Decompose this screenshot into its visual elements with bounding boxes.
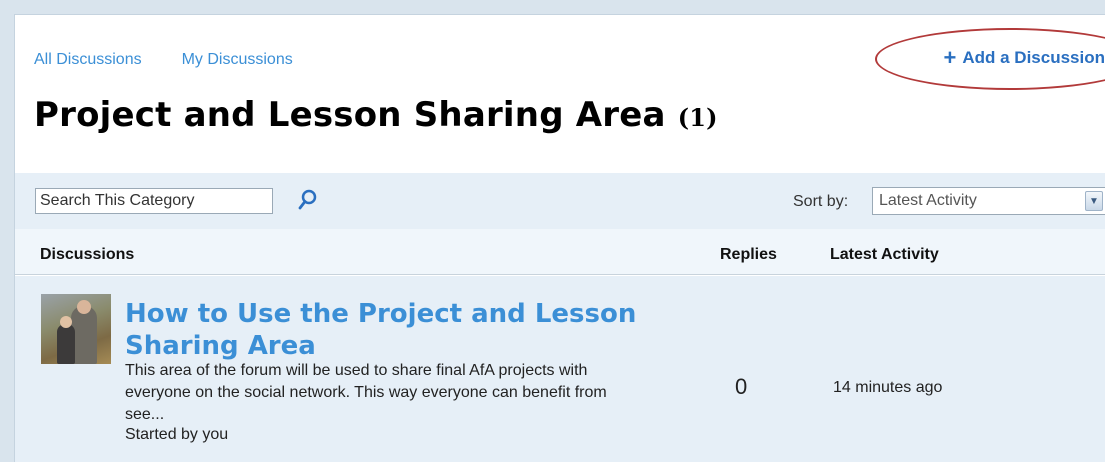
discussion-panel: All Discussions My Discussions + Add a D… [14,14,1105,462]
table-header: Discussions Replies Latest Activity [15,229,1105,275]
discussion-excerpt: This area of the forum will be used to s… [125,362,607,423]
avatar-head-child [60,316,72,328]
latest-activity: 14 minutes ago [833,379,943,396]
discussion-nav: All Discussions My Discussions [34,51,293,69]
add-discussion-label: Add a Discussion [962,48,1105,67]
search-icon[interactable] [297,189,319,211]
chevron-down-icon[interactable]: ▼ [1085,191,1103,211]
avatar[interactable] [41,294,111,364]
discussion-title-link[interactable]: How to Use the Project and Lesson Sharin… [125,298,685,362]
category-toolbar: Sort by: Latest Activity ▼ [15,173,1105,229]
search-input[interactable] [35,188,273,214]
sort-label: Sort by: [793,193,849,210]
replies-count: 0 [735,374,748,399]
sort-select[interactable]: Latest Activity ▼ [872,187,1105,215]
all-discussions-link[interactable]: All Discussions [34,51,142,69]
avatar-figure-child [57,324,75,364]
avatar-head-adult [77,300,91,314]
page-title: Project and Lesson Sharing Area (1) [34,95,718,135]
add-discussion-button[interactable]: + Add a Discussion [944,47,1105,69]
header-latest-activity[interactable]: Latest Activity [830,246,939,264]
table-row: How to Use the Project and Lesson Sharin… [15,276,1105,462]
discussion-started-by: Started by you [125,426,229,443]
page-title-text: Project and Lesson Sharing Area [34,95,666,135]
plus-icon: + [943,45,957,70]
my-discussions-link[interactable]: My Discussions [182,51,293,69]
discussion-count: (1) [677,103,718,132]
sort-selected-value: Latest Activity [879,192,977,209]
header-discussions[interactable]: Discussions [40,246,134,264]
header-replies[interactable]: Replies [720,246,777,264]
